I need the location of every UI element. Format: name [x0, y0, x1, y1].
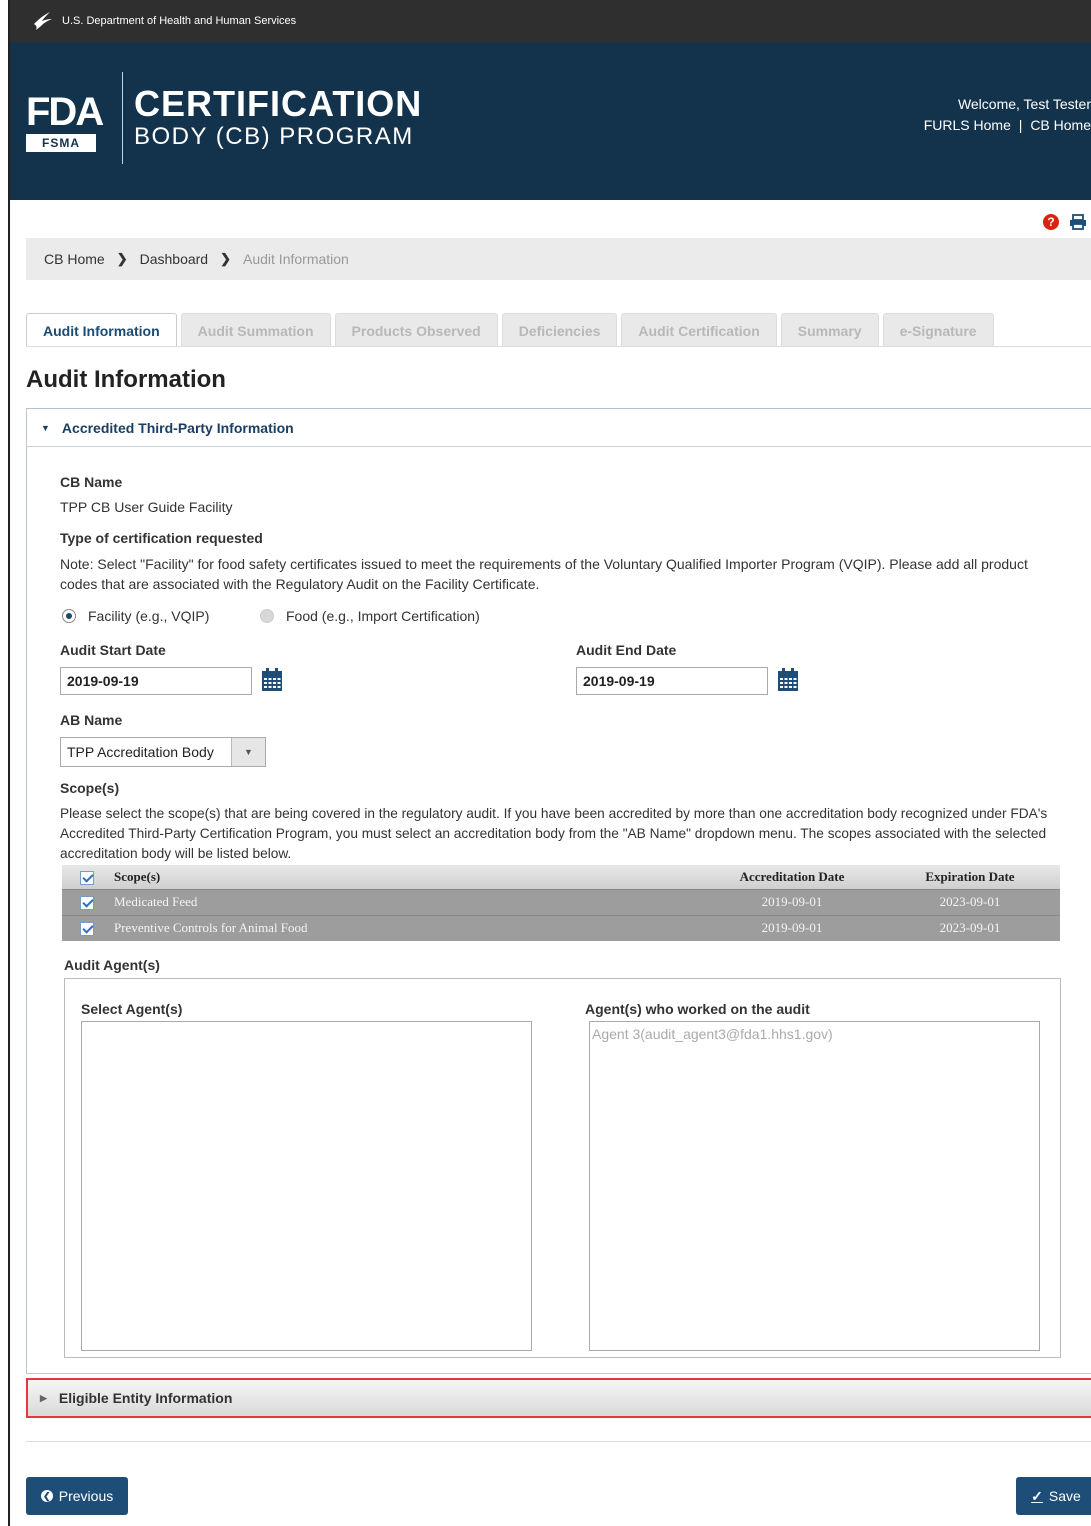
cb-home-link[interactable]: CB Home	[1030, 117, 1091, 133]
breadcrumb: CB Home ❯ Dashboard ❯ Audit Information	[26, 238, 1091, 280]
footer-divider	[26, 1441, 1091, 1442]
eligible-entity-panel-header[interactable]: ▶ Eligible Entity Information	[26, 1378, 1091, 1418]
breadcrumb-cb-home[interactable]: CB Home	[44, 251, 105, 267]
table-row[interactable]: Preventive Controls for Animal Food 2019…	[62, 914, 1060, 941]
audit-agents-box: Select Agent(s) → ⇥ ← ⇤ Agent(s) who wor…	[64, 978, 1061, 1358]
site-header: FDA FSMA CERTIFICATION BODY (CB) PROGRAM…	[10, 42, 1091, 200]
fsma-logo-text: FSMA	[26, 134, 96, 152]
row-checkbox-cell	[62, 888, 94, 915]
previous-button[interactable]: ❮ Previous	[26, 1477, 128, 1515]
audit-end-date-input[interactable]: 2019-09-19	[576, 667, 768, 695]
breadcrumb-current: Audit Information	[243, 251, 349, 267]
page-title: Audit Information	[26, 366, 226, 393]
cb-name-value: TPP CB User Guide Facility	[60, 499, 233, 515]
tab-deficiencies[interactable]: Deficiencies	[501, 313, 618, 347]
scope-table-header: Scope(s) Accreditation Date Expiration D…	[62, 865, 1060, 889]
tab-e-signature[interactable]: e-Signature	[882, 313, 994, 347]
chevron-right-icon: ❯	[220, 251, 231, 266]
radio-facility-label: Facility (e.g., VQIP)	[88, 608, 210, 624]
table-row[interactable]: Medicated Feed 2019-09-01 2023-09-01	[62, 888, 1060, 915]
fda-fsma-logo[interactable]: FDA FSMA	[26, 92, 106, 152]
accreditation-date-cell: 2019-09-01	[704, 914, 880, 941]
previous-button-label: Previous	[58, 1488, 114, 1504]
row-checkbox[interactable]	[80, 922, 94, 937]
breadcrumb-dashboard[interactable]: Dashboard	[140, 251, 209, 267]
help-icon[interactable]: ?	[1043, 214, 1059, 230]
select-all-checkbox-cell	[62, 865, 94, 889]
scope-cell: Preventive Controls for Animal Food	[94, 914, 704, 941]
audit-start-date-input[interactable]: 2019-09-19	[60, 667, 252, 695]
accredited-panel-title: Accredited Third-Party Information	[61, 419, 294, 436]
available-agents-list[interactable]	[81, 1021, 532, 1351]
program-title-line2: BODY (CB) PROGRAM	[134, 123, 414, 150]
audit-agents-label: Audit Agent(s)	[64, 957, 160, 973]
tab-audit-information[interactable]: Audit Information	[26, 313, 177, 347]
accredited-panel-header[interactable]: ▼ Accredited Third-Party Information	[27, 409, 1091, 447]
caret-down-icon: ▼	[41, 422, 50, 433]
scope-cell: Medicated Feed	[94, 888, 704, 915]
audit-start-date-label: Audit Start Date	[60, 642, 166, 658]
expiration-date-cell: 2023-09-01	[880, 914, 1060, 941]
selected-agents-list[interactable]: Agent 3(audit_agent3@fda1.hhs1.gov)	[589, 1021, 1040, 1351]
expiration-date-cell: 2023-09-01	[880, 888, 1060, 915]
radio-food-label: Food (e.g., Import Certification)	[286, 608, 480, 624]
chevron-left-circle-icon: ❮	[40, 1490, 53, 1502]
header-links: FURLS Home | CB Home	[924, 115, 1091, 136]
tab-products-observed[interactable]: Products Observed	[334, 313, 498, 347]
cb-name-label: CB Name	[60, 474, 123, 490]
check-icon: ✓	[1031, 1487, 1043, 1504]
select-all-checkbox[interactable]	[80, 870, 94, 885]
welcome-text: Welcome, Test Tester	[957, 96, 1091, 112]
print-icon[interactable]	[1069, 214, 1087, 230]
list-item[interactable]: Agent 3(audit_agent3@fda1.hhs1.gov)	[590, 1022, 1039, 1046]
scopes-note: Please select the scope(s) that are bein…	[60, 806, 1048, 861]
ab-name-select[interactable]: TPP Accreditation Body ▼	[60, 737, 266, 767]
gov-bar: U.S. Department of Health and Human Serv…	[10, 0, 1091, 42]
furls-home-link[interactable]: FURLS Home	[924, 117, 1011, 133]
program-title-line1: CERTIFICATION	[134, 83, 423, 124]
col-scope: Scope(s)	[94, 865, 704, 889]
radio-food[interactable]: Food (e.g., Import Certification)	[260, 608, 480, 624]
save-button-label: Save	[1048, 1488, 1081, 1504]
radio-facility[interactable]: Facility (e.g., VQIP)	[62, 608, 209, 624]
cert-type-label: Type of certification requested	[60, 530, 263, 546]
header-link-separator: |	[1018, 117, 1023, 133]
user-welcome: Welcome, Test Tester FURLS Home | CB Hom…	[924, 94, 1091, 136]
utility-icons: ?	[1043, 214, 1087, 230]
col-accreditation-date: Accreditation Date	[704, 865, 880, 889]
tab-summary[interactable]: Summary	[780, 313, 879, 347]
scope-table: Scope(s) Accreditation Date Expiration D…	[62, 865, 1060, 941]
save-button[interactable]: ✓ Save	[1016, 1477, 1091, 1515]
fda-logo-text: FDA	[26, 90, 104, 134]
accreditation-date-cell: 2019-09-01	[704, 888, 880, 915]
chevron-right-icon: ❯	[116, 251, 128, 266]
tab-audit-summation[interactable]: Audit Summation	[180, 313, 331, 347]
radio-food-indicator[interactable]	[260, 609, 274, 623]
tab-audit-certification[interactable]: Audit Certification	[621, 313, 777, 347]
selected-agents-label: Agent(s) who worked on the audit	[585, 1001, 810, 1017]
audit-end-date-label: Audit End Date	[576, 642, 677, 658]
ab-name-value: TPP Accreditation Body	[67, 744, 214, 760]
select-agents-label: Select Agent(s)	[81, 1001, 183, 1017]
calendar-icon[interactable]	[260, 667, 284, 693]
wizard-tabs: Audit Information Audit Summation Produc…	[26, 313, 998, 347]
calendar-icon[interactable]	[776, 667, 800, 693]
col-expiration-date: Expiration Date	[880, 865, 1060, 889]
scopes-label: Scope(s)	[60, 780, 120, 796]
page: U.S. Department of Health and Human Serv…	[8, 0, 1091, 1526]
radio-facility-indicator[interactable]	[62, 609, 76, 623]
cert-type-note: Note: Select "Facility" for food safety …	[60, 556, 1028, 592]
row-checkbox-cell	[62, 914, 94, 941]
chevron-down-icon[interactable]: ▼	[231, 738, 265, 766]
row-checkbox[interactable]	[80, 896, 94, 910]
logo-divider	[122, 72, 123, 164]
hhs-eagle-icon	[34, 12, 52, 30]
eligible-panel-title: Eligible Entity Information	[58, 1390, 233, 1406]
tabs-divider	[26, 346, 1091, 347]
ab-name-label: AB Name	[60, 712, 123, 728]
gov-bar-text: U.S. Department of Health and Human Serv…	[62, 15, 297, 27]
caret-right-icon: ▶	[40, 1392, 47, 1403]
